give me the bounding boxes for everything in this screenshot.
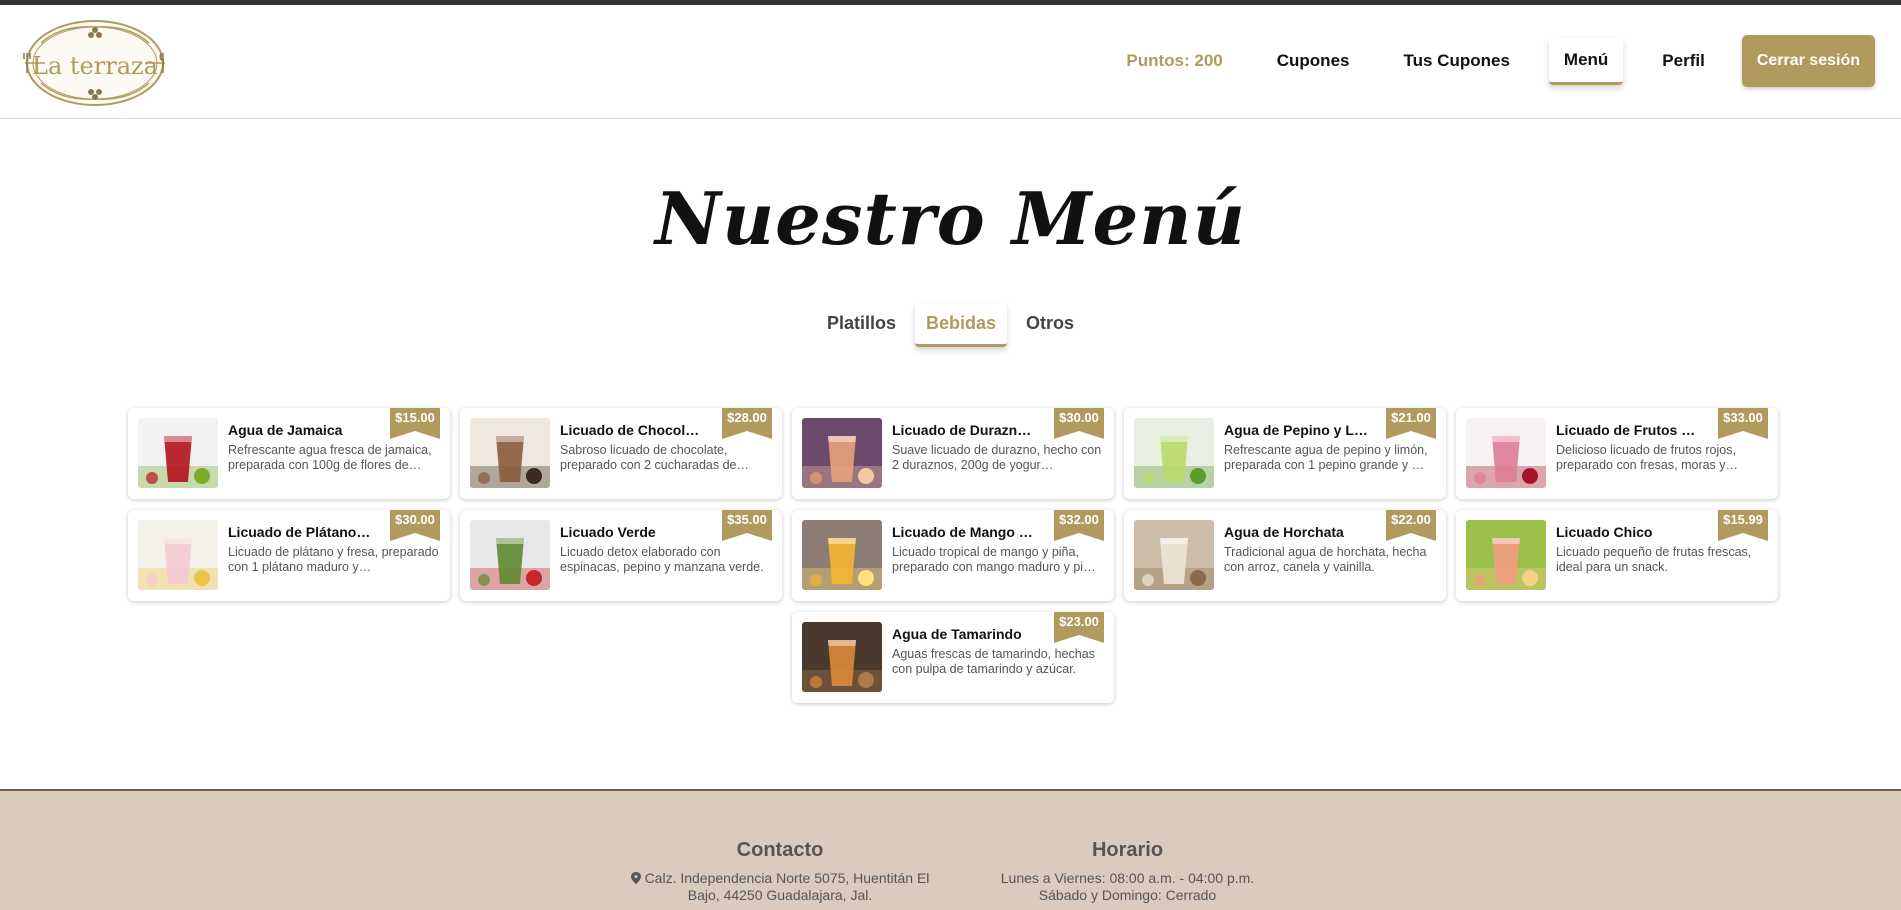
main-nav: Puntos: 200 Cupones Tus Cupones Menú Per…	[1099, 35, 1875, 87]
menu-item-name: Licuado Chico	[1556, 524, 1653, 540]
menu-item-card[interactable]: Agua de Pepino y L… Refrescante agua de p…	[1124, 408, 1446, 499]
site-header: La terraza Puntos: 200 Cupones Tus Cupon…	[0, 5, 1901, 119]
menu-item-name: Licuado de Chocol…	[560, 422, 700, 438]
points-display: Puntos: 200	[1126, 51, 1223, 70]
price-ribbon: $28.00	[722, 408, 772, 439]
contact-title: Contacto	[736, 839, 824, 861]
menu-item-description: Suave licuado de durazno, hecho con 2 du…	[892, 443, 1102, 472]
menu-item-description: Licuado tropical de mango y piña, prepar…	[892, 545, 1096, 574]
menu-item-name: Licuado Verde	[560, 524, 656, 540]
site-footer: Contacto Calz. Independencia Norte 5075,…	[0, 789, 1901, 910]
page-title: Nuestro Menú	[655, 176, 1246, 261]
tab-platillos[interactable]: Platillos	[816, 303, 907, 347]
price-ribbon: $22.00	[1386, 510, 1436, 541]
drink-image	[1134, 418, 1214, 488]
drink-image	[1134, 520, 1214, 590]
menu-item-card[interactable]: Licuado Chico Licuado pequeño de frutas f…	[1456, 510, 1778, 601]
menu-item-card[interactable]: Licuado de Mango … Licuado tropical de ma…	[792, 510, 1114, 601]
price-ribbon: $35.00	[722, 510, 772, 541]
logout-button[interactable]: Cerrar sesión	[1741, 35, 1875, 87]
menu-item-description: Licuado de plátano y fresa, preparado co…	[228, 545, 439, 574]
drink-image	[138, 520, 218, 590]
drink-image	[470, 520, 550, 590]
contact-address-line2: Bajo, 44250 Guadalajara, Jal.	[687, 887, 873, 903]
price-ribbon: $30.00	[1054, 408, 1104, 439]
price-ribbon: $32.00	[1054, 510, 1104, 541]
drink-image	[802, 418, 882, 488]
logo[interactable]: La terraza	[21, 17, 169, 109]
menu-item-description: Sabroso licuado de chocolate, preparado …	[560, 443, 750, 472]
menu-item-description: Tradicional agua de horchata, hecha con …	[1224, 545, 1427, 574]
contact-address-text1: Calz. Independencia Norte 5075, Huentitá…	[644, 870, 930, 886]
menu-item-name: Agua de Horchata	[1224, 524, 1344, 540]
hours-title: Horario	[1091, 839, 1164, 861]
contact-section: Contacto Calz. Independencia Norte 5075,…	[620, 839, 940, 904]
drink-image	[470, 418, 550, 488]
contact-address-line1: Calz. Independencia Norte 5075, Huentitá…	[620, 870, 940, 887]
price-ribbon: $33.00	[1718, 408, 1768, 439]
menu-item-card[interactable]: Agua de Horchata Tradicional agua de horc…	[1124, 510, 1446, 601]
menu-item-card[interactable]: Licuado de Durazn… Suave licuado de duraz…	[792, 408, 1114, 499]
hours-weekdays: Lunes a Viernes: 08:00 a.m. - 04:00 p.m.	[1000, 870, 1255, 886]
menu-grid: Agua de Jamaica Refrescante agua fresca d…	[128, 408, 1778, 703]
menu-item-name: Agua de Pepino y L…	[1224, 422, 1368, 438]
nav-coupons[interactable]: Cupones	[1262, 39, 1365, 83]
price-ribbon: $30.00	[390, 510, 440, 541]
menu-item-name: Licuado de Frutos …	[1556, 422, 1696, 438]
price-ribbon: $23.00	[1054, 612, 1104, 643]
menu-item-name: Agua de Jamaica	[228, 422, 343, 438]
menu-item-description: Refrescante agua fresca de jamaica, prep…	[228, 443, 432, 472]
price-ribbon: $21.00	[1386, 408, 1436, 439]
menu-item-name: Agua de Tamarindo	[892, 626, 1022, 642]
tab-bebidas[interactable]: Bebidas	[914, 303, 1008, 347]
tab-otros[interactable]: Otros	[1015, 303, 1085, 347]
nav-profile[interactable]: Perfil	[1647, 39, 1720, 83]
menu-item-card[interactable]: Agua de Tamarindo Aguas frescas de tamari…	[792, 612, 1114, 703]
drink-image	[1466, 520, 1546, 590]
menu-item-name: Licuado de Plátano…	[228, 524, 371, 540]
price-ribbon: $15.00	[390, 408, 440, 439]
menu-item-card[interactable]: Licuado de Plátano… Licuado de plátano y …	[128, 510, 450, 601]
hours-weekend: Sábado y Domingo: Cerrado	[1038, 887, 1217, 903]
menu-item-card[interactable]: Licuado Verde Licuado detox elaborado con…	[460, 510, 782, 601]
drink-image	[1466, 418, 1546, 488]
menu-item-description: Licuado pequeño de frutas frescas, ideal…	[1556, 545, 1752, 574]
category-tabs: Platillos Bebidas Otros	[0, 303, 1901, 347]
drink-image	[138, 418, 218, 488]
drink-image	[802, 520, 882, 590]
menu-item-card[interactable]: Licuado de Chocol… Sabroso licuado de cho…	[460, 408, 782, 499]
menu-item-card[interactable]: Licuado de Frutos … Delicioso licuado de …	[1456, 408, 1778, 499]
logo-text: La terraza	[32, 52, 158, 80]
menu-item-description: Aguas frescas de tamarindo, hechas con p…	[892, 647, 1095, 676]
menu-item-description: Refrescante agua de pepino y limón, prep…	[1224, 443, 1428, 472]
menu-item-description: Licuado detox elaborado con espinacas, p…	[560, 545, 764, 574]
menu-item-description: Delicioso licuado de frutos rojos, prepa…	[1556, 443, 1739, 472]
menu-item-name: Licuado de Mango …	[892, 524, 1033, 540]
menu-item-name: Licuado de Durazn…	[892, 422, 1032, 438]
hours-section: Horario Lunes a Viernes: 08:00 a.m. - 04…	[970, 839, 1285, 904]
drink-image	[802, 622, 882, 692]
price-ribbon: $15.99	[1718, 510, 1768, 541]
menu-item-card[interactable]: Agua de Jamaica Refrescante agua fresca d…	[128, 408, 450, 499]
nav-menu[interactable]: Menú	[1548, 37, 1624, 85]
map-pin-icon	[630, 872, 641, 884]
nav-my-coupons[interactable]: Tus Cupones	[1388, 39, 1524, 83]
